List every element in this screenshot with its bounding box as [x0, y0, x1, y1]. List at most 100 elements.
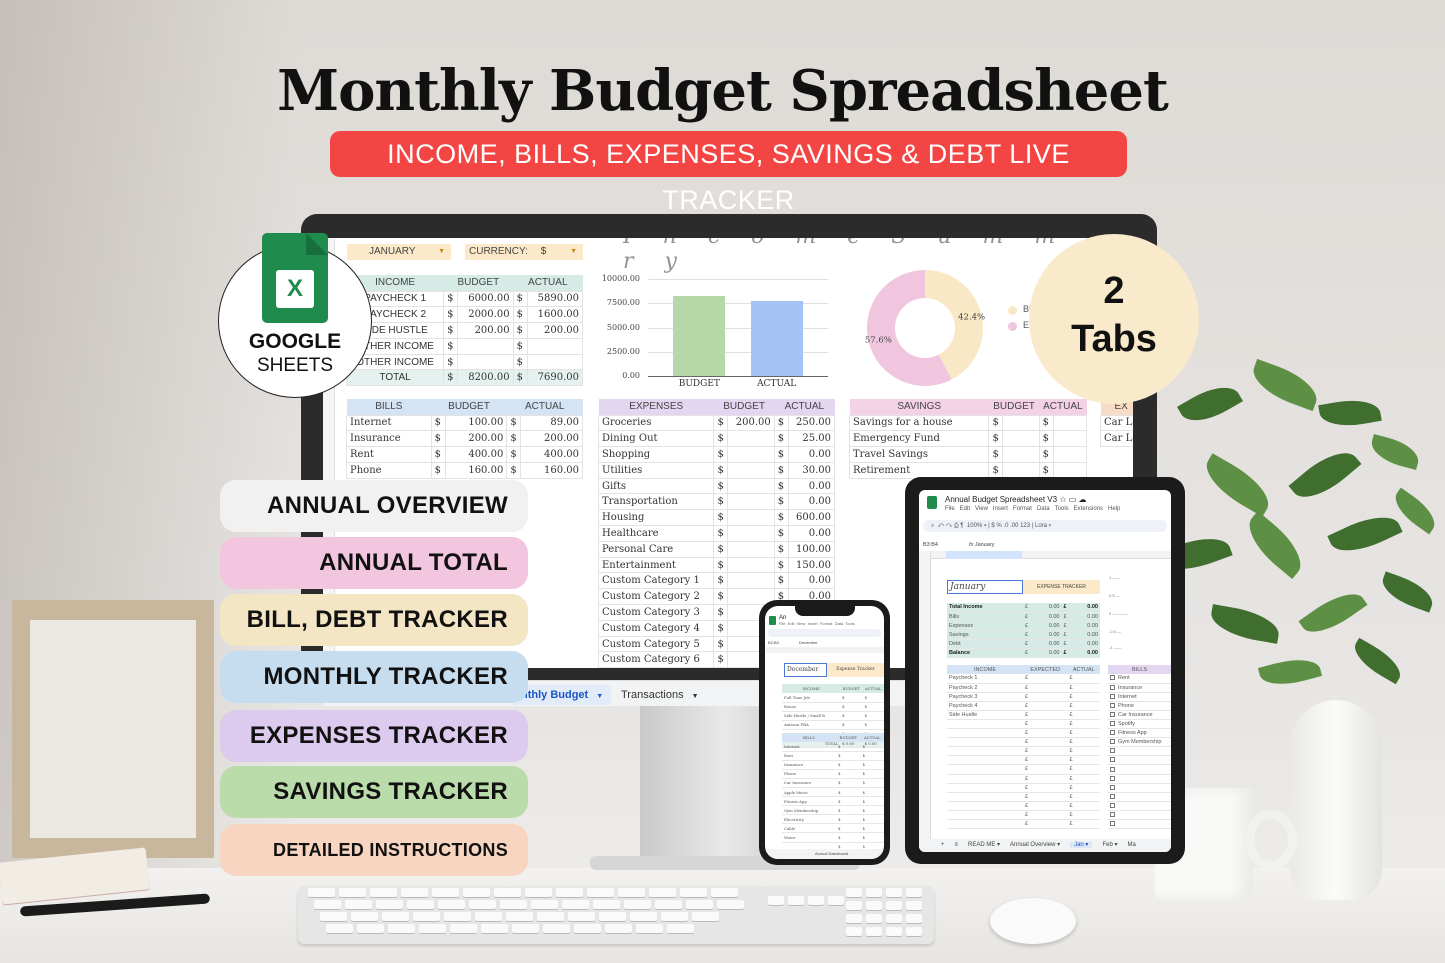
- budget-value[interactable]: $: [840, 711, 863, 721]
- sheet-tab[interactable]: READ ME ▾: [968, 842, 1000, 848]
- row-label[interactable]: Retirement: [848, 461, 990, 479]
- checkbox[interactable]: [1110, 684, 1115, 690]
- actual-value[interactable]: $: [860, 823, 884, 834]
- budget-value[interactable]: [1002, 414, 1040, 432]
- actual-value[interactable]: £: [1067, 746, 1100, 757]
- actual-value[interactable]: $: [862, 702, 884, 712]
- actual-value[interactable]: $: [860, 778, 884, 788]
- row-label[interactable]: Housing: [597, 509, 715, 527]
- print-icon[interactable]: ⎙: [954, 523, 959, 529]
- row-label[interactable]: Electricity: [782, 814, 837, 825]
- menu-file[interactable]: File: [945, 506, 955, 512]
- expected-value[interactable]: £: [1023, 728, 1068, 739]
- menu-tools[interactable]: Tools: [1055, 506, 1069, 512]
- bill-item[interactable]: [1108, 810, 1171, 821]
- budget-value[interactable]: [727, 461, 775, 479]
- all-sheets-icon[interactable]: ≡: [955, 842, 959, 848]
- checkbox[interactable]: [1110, 812, 1115, 817]
- bill-item[interactable]: Gym Membership: [1108, 737, 1171, 748]
- actual-value[interactable]: 200.00: [526, 322, 584, 339]
- checkbox[interactable]: [1110, 721, 1115, 727]
- expected-value[interactable]: £: [1023, 810, 1068, 821]
- budget-value[interactable]: $: [836, 778, 861, 788]
- row-label[interactable]: Cable: [782, 823, 837, 834]
- row-label[interactable]: Apple Music: [782, 787, 837, 798]
- checkbox[interactable]: [1110, 702, 1115, 708]
- actual-value[interactable]: 5890.00: [526, 290, 584, 308]
- expected-value[interactable]: £: [1023, 719, 1068, 730]
- actual-value[interactable]: £: [1067, 764, 1100, 775]
- checkbox[interactable]: [1110, 730, 1115, 736]
- row-label[interactable]: Fitness App: [782, 796, 837, 807]
- bill-item[interactable]: [1108, 819, 1171, 830]
- row-label[interactable]: Custom Category 4: [597, 619, 715, 637]
- actual-value[interactable]: [1052, 414, 1088, 432]
- currency-dropdown[interactable]: CURRENCY: $ ▼: [465, 244, 583, 260]
- budget-value[interactable]: [1002, 446, 1040, 463]
- actual-value[interactable]: 0.00: [787, 572, 836, 590]
- phone-sheet-tab[interactable]: Annual Dashboard: [765, 849, 884, 859]
- checkbox[interactable]: [1110, 711, 1115, 717]
- actual-value[interactable]: $: [862, 720, 884, 730]
- month-dropdown[interactable]: JANUARY ▼: [347, 244, 451, 260]
- actual-value[interactable]: 0.00: [787, 477, 836, 495]
- menu-extensions[interactable]: Extensions: [1074, 506, 1103, 512]
- bill-item[interactable]: [1108, 764, 1171, 775]
- actual-value[interactable]: 89.00: [520, 414, 583, 432]
- budget-value[interactable]: $: [836, 742, 861, 752]
- row-label[interactable]: Rent: [782, 751, 837, 761]
- bill-item[interactable]: [1108, 774, 1171, 784]
- row-label[interactable]: Car Lo: [1099, 430, 1133, 448]
- sheet-tab[interactable]: Transactions ▼: [613, 685, 707, 705]
- menu-data[interactable]: Data: [1037, 506, 1050, 512]
- actual-value[interactable]: £: [1067, 674, 1100, 684]
- row-label[interactable]: Car Lo: [1099, 414, 1133, 432]
- actual-value[interactable]: 600.00: [787, 509, 836, 527]
- actual-value[interactable]: [1052, 461, 1088, 479]
- actual-value[interactable]: $: [862, 693, 884, 703]
- row-label[interactable]: [947, 755, 1023, 766]
- row-label[interactable]: Savings for a house: [848, 414, 990, 432]
- expected-value[interactable]: £: [1023, 701, 1068, 711]
- expected-value[interactable]: £: [1023, 819, 1068, 830]
- checkbox[interactable]: [1110, 802, 1115, 808]
- add-sheet-icon[interactable]: +: [941, 842, 945, 848]
- row-label[interactable]: Custom Category 3: [597, 604, 715, 621]
- expected-value[interactable]: £: [1023, 783, 1068, 793]
- phone-month-cell[interactable]: December: [784, 663, 827, 677]
- budget-value[interactable]: [727, 446, 775, 463]
- row-label[interactable]: [947, 774, 1023, 784]
- budget-value[interactable]: $: [836, 805, 861, 816]
- budget-value[interactable]: [1002, 461, 1040, 479]
- bill-item[interactable]: Spotify: [1108, 719, 1171, 730]
- bill-item[interactable]: [1108, 801, 1171, 811]
- actual-value[interactable]: £: [1067, 710, 1100, 720]
- expected-value[interactable]: £: [1023, 692, 1068, 702]
- actual-value[interactable]: [526, 353, 584, 371]
- row-label[interactable]: Emergency Fund: [848, 430, 990, 448]
- row-label[interactable]: Paycheck 3: [947, 692, 1023, 702]
- bill-item[interactable]: [1108, 746, 1171, 757]
- row-label[interactable]: Internet: [346, 414, 432, 432]
- actual-value[interactable]: 150.00: [787, 556, 836, 574]
- menu-format[interactable]: Format: [1013, 506, 1032, 512]
- sheet-tab[interactable]: Annual Overview ▾: [1010, 842, 1060, 848]
- row-label[interactable]: Groceries: [597, 414, 715, 432]
- row-label[interactable]: Insurance: [346, 430, 432, 448]
- font-select[interactable]: Lora: [1035, 523, 1047, 529]
- row-label[interactable]: Internet: [782, 742, 837, 752]
- budget-value[interactable]: [1002, 430, 1040, 448]
- row-label[interactable]: Paycheck 2: [947, 683, 1023, 693]
- actual-value[interactable]: £: [1067, 810, 1100, 821]
- budget-value[interactable]: [727, 572, 775, 590]
- actual-value[interactable]: 250.00: [787, 414, 836, 432]
- menu-insert[interactable]: Insert: [993, 506, 1008, 512]
- budget-value[interactable]: $: [836, 832, 861, 843]
- actual-value[interactable]: £: [1067, 783, 1100, 793]
- sheet-tab[interactable]: Jan ▾: [1070, 842, 1093, 848]
- actual-value[interactable]: 400.00: [520, 446, 583, 463]
- row-label[interactable]: Dining Out: [597, 430, 715, 448]
- actual-value[interactable]: £: [1067, 774, 1100, 784]
- budget-value[interactable]: 2000.00: [457, 306, 514, 324]
- expected-value[interactable]: £: [1023, 774, 1068, 784]
